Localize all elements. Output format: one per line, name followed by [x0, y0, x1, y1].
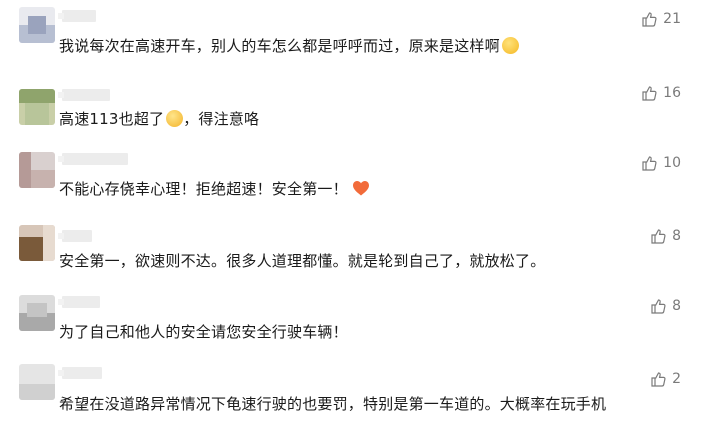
thumbs-up-icon: [642, 86, 657, 101]
comment-item: 为了自己和他人的安全请您安全行驶车辆！ 8: [0, 288, 701, 358]
like-count: 10: [663, 155, 681, 171]
comment-text: 安全第一，欲速则不达。很多人道理都懂。就是轮到自己了，就放松了。: [59, 250, 545, 271]
comment-text-body: 为了自己和他人的安全请您安全行驶车辆！: [59, 323, 348, 341]
nickname-blurred: [58, 153, 128, 165]
comment-item: 我说每次在高速开车，别人的车怎么都是呼呼而过，原来是这样啊 21: [0, 0, 701, 70]
thumbs-up-icon: [642, 12, 657, 27]
like-button[interactable]: 2: [650, 370, 681, 388]
comment-item: 希望在没道路异常情况下龟速行驶的也要罚，特别是第一车道的。大概率在玩手机 2: [0, 357, 701, 423]
comment-text-body: 我说每次在高速开车，别人的车怎么都是呼呼而过，原来是这样啊: [59, 37, 500, 55]
avatar[interactable]: [19, 225, 55, 261]
like-count: 21: [663, 11, 681, 27]
like-count: 16: [663, 85, 681, 101]
nickname-blurred: [58, 296, 100, 308]
comment-text-body: 高速113也超了: [59, 110, 165, 128]
nickname-blurred: [58, 367, 102, 379]
comment-item: 安全第一，欲速则不达。很多人道理都懂。就是轮到自己了，就放松了。 8: [0, 218, 701, 288]
heart-emoji: [352, 181, 369, 196]
thumbs-up-icon: [651, 229, 666, 244]
comment-item: 不能心存侥幸心理！拒绝超速！安全第一！ 10: [0, 145, 701, 215]
nickname-blurred: [58, 89, 110, 101]
like-count: 8: [672, 298, 681, 314]
nickname-blurred: [58, 230, 92, 242]
comment-item: 高速113也超了 ，得注意咯 16: [0, 75, 701, 145]
relieved-face-emoji: [166, 110, 184, 127]
comment-text: 我说每次在高速开车，别人的车怎么都是呼呼而过，原来是这样啊: [59, 35, 519, 56]
comment-text: 不能心存侥幸心理！拒绝超速！安全第一！: [59, 178, 370, 199]
comment-text-body: 安全第一，欲速则不达。很多人道理都懂。就是轮到自己了，就放松了。: [59, 252, 546, 270]
avatar[interactable]: [19, 7, 55, 43]
comment-text: 希望在没道路异常情况下龟速行驶的也要罚，特别是第一车道的。大概率在玩手机: [59, 393, 606, 414]
thinking-face-emoji: [501, 37, 519, 54]
like-button[interactable]: 10: [641, 154, 681, 172]
avatar[interactable]: [19, 89, 55, 125]
nickname-blurred: [58, 10, 96, 22]
avatar[interactable]: [19, 364, 55, 400]
comment-text-body: 不能心存侥幸心理！拒绝超速！安全第一！: [59, 180, 348, 198]
thumbs-up-icon: [651, 372, 666, 387]
avatar[interactable]: [19, 295, 55, 331]
thumbs-up-icon: [642, 156, 657, 171]
like-count: 2: [672, 371, 681, 387]
comment-text-tail: ，得注意咯: [183, 110, 260, 128]
comment-text: 为了自己和他人的安全请您安全行驶车辆！: [59, 321, 348, 342]
like-button[interactable]: 16: [641, 84, 681, 102]
like-button[interactable]: 8: [650, 297, 681, 315]
like-button[interactable]: 21: [641, 10, 681, 28]
like-count: 8: [672, 228, 681, 244]
avatar[interactable]: [19, 152, 55, 188]
like-button[interactable]: 8: [650, 227, 681, 245]
comment-text: 高速113也超了 ，得注意咯: [59, 108, 259, 129]
thumbs-up-icon: [651, 299, 666, 314]
comment-text-body: 希望在没道路异常情况下龟速行驶的也要罚，特别是第一车道的。大概率在玩手机: [59, 395, 607, 413]
